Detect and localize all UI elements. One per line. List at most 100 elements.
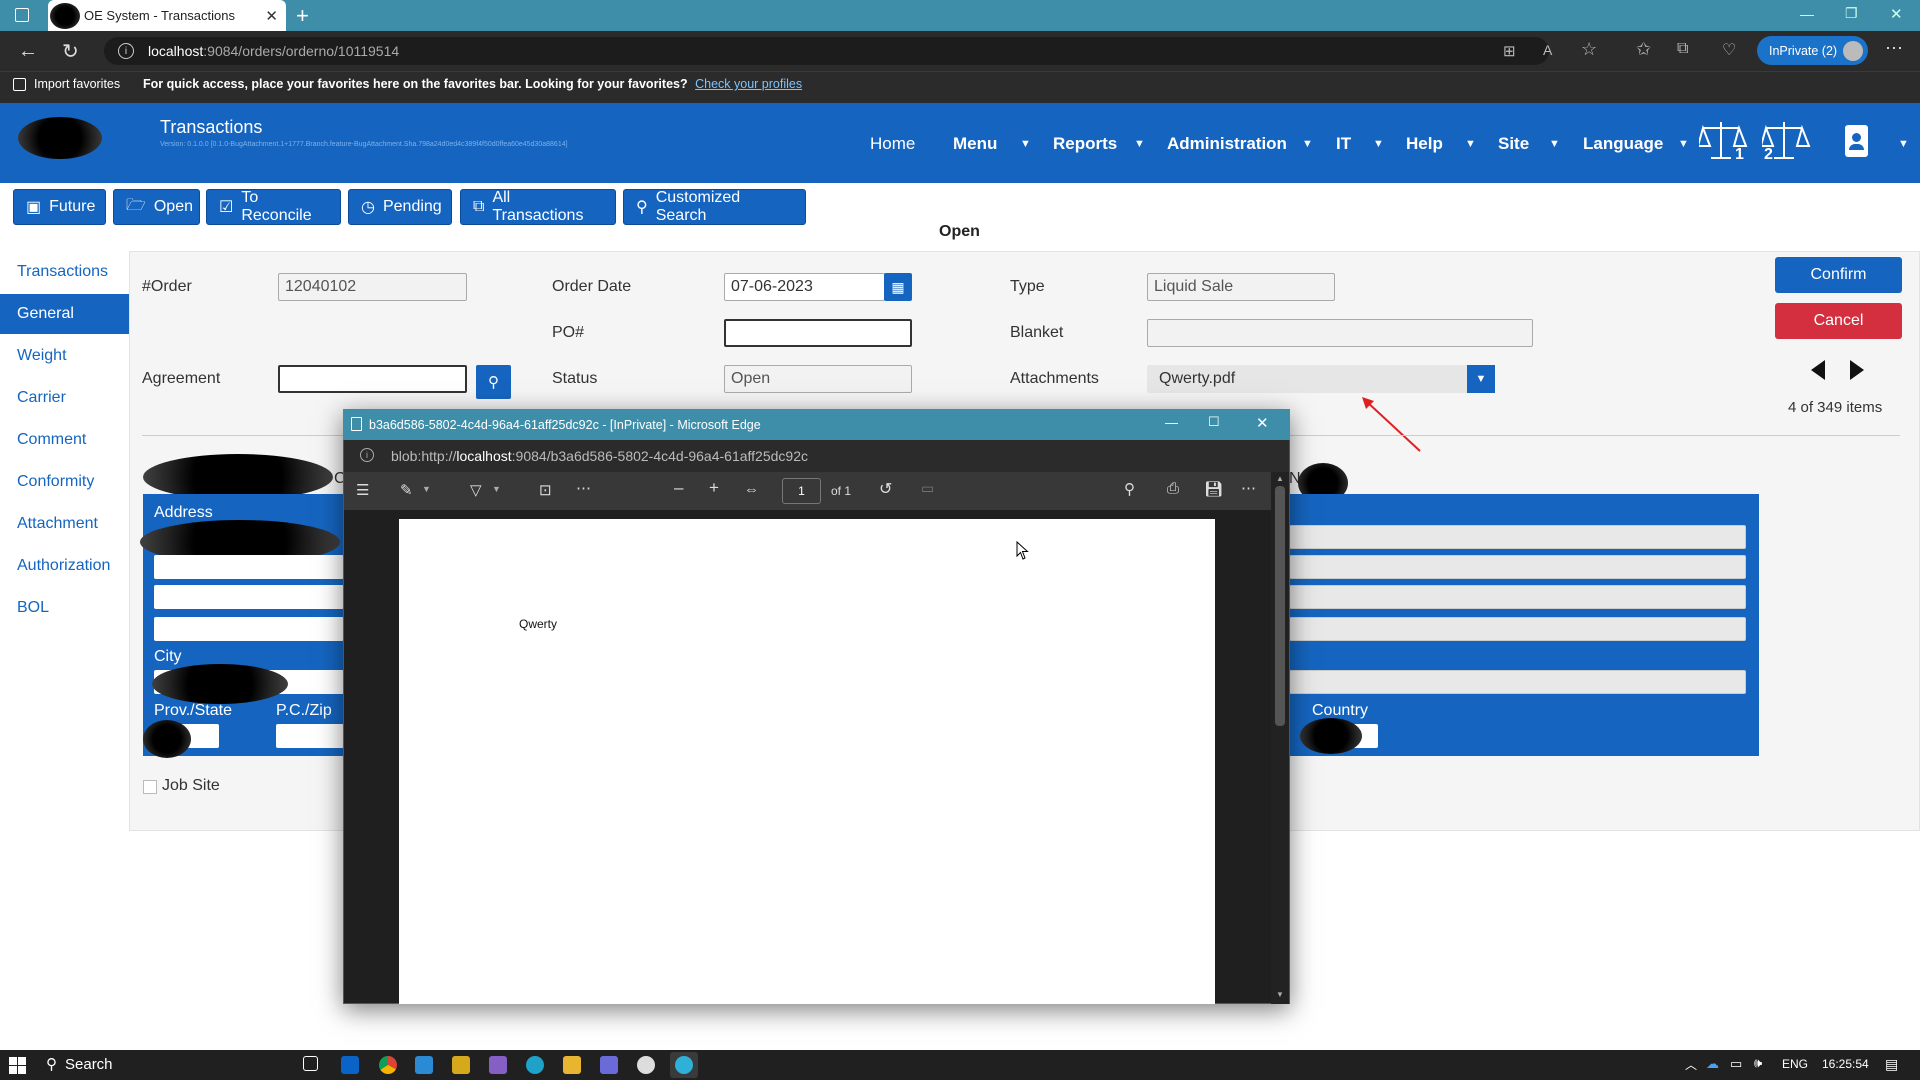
scroll-thumb[interactable] <box>1275 486 1285 726</box>
text-icon[interactable]: ⊡ <box>539 481 552 499</box>
right-address-field-2[interactable] <box>1289 555 1746 579</box>
nav-site[interactable]: Site <box>1498 134 1529 154</box>
address-line-3-field[interactable] <box>154 585 344 609</box>
table-of-contents-icon[interactable]: ☰ <box>356 481 369 499</box>
highlight-icon[interactable]: ✎ <box>400 481 413 499</box>
nav-language-caret-icon[interactable]: ▼ <box>1678 138 1689 150</box>
future-button[interactable]: ▣ Future <box>13 189 106 225</box>
sidebar-item-authorization[interactable]: Authorization <box>0 546 129 586</box>
user-caret-icon[interactable]: ▼ <box>1898 138 1909 150</box>
browser-essentials-icon[interactable]: ♡ <box>1722 40 1736 60</box>
windows-start-icon[interactable] <box>9 1057 26 1074</box>
more-tools-icon[interactable]: ⋯ <box>576 479 591 497</box>
right-address-field-1[interactable] <box>1289 525 1746 549</box>
window-restore-icon[interactable]: ❐ <box>1845 5 1858 22</box>
type-field[interactable]: Liquid Sale <box>1147 273 1335 301</box>
all-transactions-button[interactable]: ⧉ All Transactions <box>460 189 616 225</box>
check-profiles-link[interactable]: Check your profiles <box>695 77 802 91</box>
nav-site-caret-icon[interactable]: ▼ <box>1549 138 1560 150</box>
back-icon[interactable]: ← <box>18 40 38 63</box>
tab-close-icon[interactable]: ✕ <box>265 7 278 25</box>
app-circle-icon[interactable] <box>637 1056 655 1074</box>
highlight-dropdown-icon[interactable]: ▼ <box>422 484 431 494</box>
scroll-down-icon[interactable]: ▼ <box>1276 990 1284 999</box>
fit-page-icon[interactable]: ⇔ <box>744 481 759 498</box>
page-number-input[interactable]: 1 <box>782 478 821 504</box>
attachments-select[interactable]: Qwerty.pdf ▼ <box>1147 365 1495 393</box>
next-record-icon[interactable] <box>1850 360 1864 380</box>
sidebar-item-transactions[interactable]: Transactions <box>0 252 129 292</box>
rotate-icon[interactable]: ↺ <box>879 479 892 499</box>
outlook-icon[interactable] <box>341 1056 359 1074</box>
window-close-icon[interactable]: ✕ <box>1890 5 1903 23</box>
favorites-icon[interactable]: ✩ <box>1636 39 1651 60</box>
nav-help-caret-icon[interactable]: ▼ <box>1465 138 1476 150</box>
nav-administration-caret-icon[interactable]: ▼ <box>1302 138 1313 150</box>
agreement-search-button[interactable]: ⚲ <box>476 365 511 399</box>
app-notes-icon[interactable] <box>600 1056 618 1074</box>
cancel-button[interactable]: Cancel <box>1775 303 1902 339</box>
user-badge-icon[interactable] <box>1845 125 1868 157</box>
scale-2-icon[interactable]: 2 <box>1762 118 1812 166</box>
nav-menu[interactable]: Menu <box>953 134 997 154</box>
po-field[interactable] <box>724 319 912 347</box>
address-line-4-field[interactable] <box>154 617 344 641</box>
pdf-search-icon[interactable]: ⚲ <box>1124 480 1135 498</box>
window-minimize-icon[interactable]: — <box>1800 6 1814 22</box>
print-icon[interactable]: ⎙ <box>1167 480 1179 497</box>
sidebar-item-bol[interactable]: BOL <box>0 588 129 628</box>
nav-reports[interactable]: Reports <box>1053 134 1117 154</box>
inprivate-badge[interactable]: InPrivate (2) <box>1757 36 1868 65</box>
order-field[interactable]: 12040102 <box>278 273 467 301</box>
zoom-in-icon[interactable]: + <box>709 478 719 498</box>
job-site-checkbox[interactable] <box>143 780 157 794</box>
nav-reports-caret-icon[interactable]: ▼ <box>1134 138 1145 150</box>
taskbar-search[interactable]: ⚲ Search <box>46 1055 113 1074</box>
nav-home[interactable]: Home <box>870 134 915 154</box>
date-picker-button[interactable]: ▦ <box>884 273 912 301</box>
right-city-field[interactable] <box>1289 670 1746 694</box>
chrome-icon[interactable] <box>379 1056 397 1074</box>
scale-1-icon[interactable]: 1 <box>1699 118 1749 166</box>
postal-code-field[interactable] <box>276 724 344 748</box>
zoom-out-icon[interactable]: – <box>674 478 683 498</box>
order-date-field[interactable]: 07-06-2023 <box>724 273 885 301</box>
nav-it-caret-icon[interactable]: ▼ <box>1373 138 1384 150</box>
language-indicator[interactable]: ENG <box>1782 1057 1808 1071</box>
popup-minimize-icon[interactable]: — <box>1165 415 1178 430</box>
volume-icon[interactable]: 🕪︎ <box>1754 1055 1762 1071</box>
onedrive-icon[interactable]: ☁ <box>1706 1056 1719 1072</box>
file-explorer-icon[interactable] <box>563 1056 581 1074</box>
favorite-star-icon[interactable]: ☆ <box>1581 39 1597 60</box>
sidebar-item-conformity[interactable]: Conformity <box>0 462 129 502</box>
address-line-2-field[interactable] <box>154 555 344 579</box>
scroll-up-icon[interactable]: ▲ <box>1276 474 1284 483</box>
sidebar-item-comment[interactable]: Comment <box>0 420 129 460</box>
settings-more-icon[interactable]: ⋯ <box>1885 38 1903 59</box>
blanket-field[interactable] <box>1147 319 1533 347</box>
visual-studio-icon[interactable] <box>489 1056 507 1074</box>
refresh-icon[interactable]: ↻ <box>62 39 79 64</box>
dropdown-arrow-icon[interactable]: ▼ <box>1467 365 1495 393</box>
nav-language[interactable]: Language <box>1583 134 1663 154</box>
import-favorites-button[interactable]: Import favorites <box>13 77 120 91</box>
new-tab-button[interactable]: + <box>296 3 309 29</box>
previous-record-icon[interactable] <box>1811 360 1825 380</box>
sidebar-item-weight[interactable]: Weight <box>0 336 129 376</box>
sidebar-item-attachment[interactable]: Attachment <box>0 504 129 544</box>
tab-actions-icon[interactable] <box>15 8 29 22</box>
clock[interactable]: 16:25:54 <box>1822 1057 1869 1071</box>
apps-icon[interactable]: ⊞ <box>1503 42 1516 60</box>
status-field[interactable]: Open <box>724 365 912 393</box>
pending-button[interactable]: ◷ Pending <box>348 189 452 225</box>
popup-maximize-icon[interactable]: ☐ <box>1208 414 1220 430</box>
nav-help[interactable]: Help <box>1406 134 1443 154</box>
right-address-field-4[interactable] <box>1289 617 1746 641</box>
edge-icon[interactable] <box>526 1056 544 1074</box>
task-view-icon[interactable] <box>303 1056 318 1071</box>
browser-tab-active[interactable]: OE System - Transactions ✕ <box>48 0 286 31</box>
customized-search-button[interactable]: ⚲ Customized Search <box>623 189 806 225</box>
right-address-field-3[interactable] <box>1289 585 1746 609</box>
popup-title-bar[interactable]: b3a6d586-5802-4c4d-96a4-61aff25dc92c - [… <box>343 409 1290 440</box>
sidebar-item-general[interactable]: General <box>0 294 129 334</box>
